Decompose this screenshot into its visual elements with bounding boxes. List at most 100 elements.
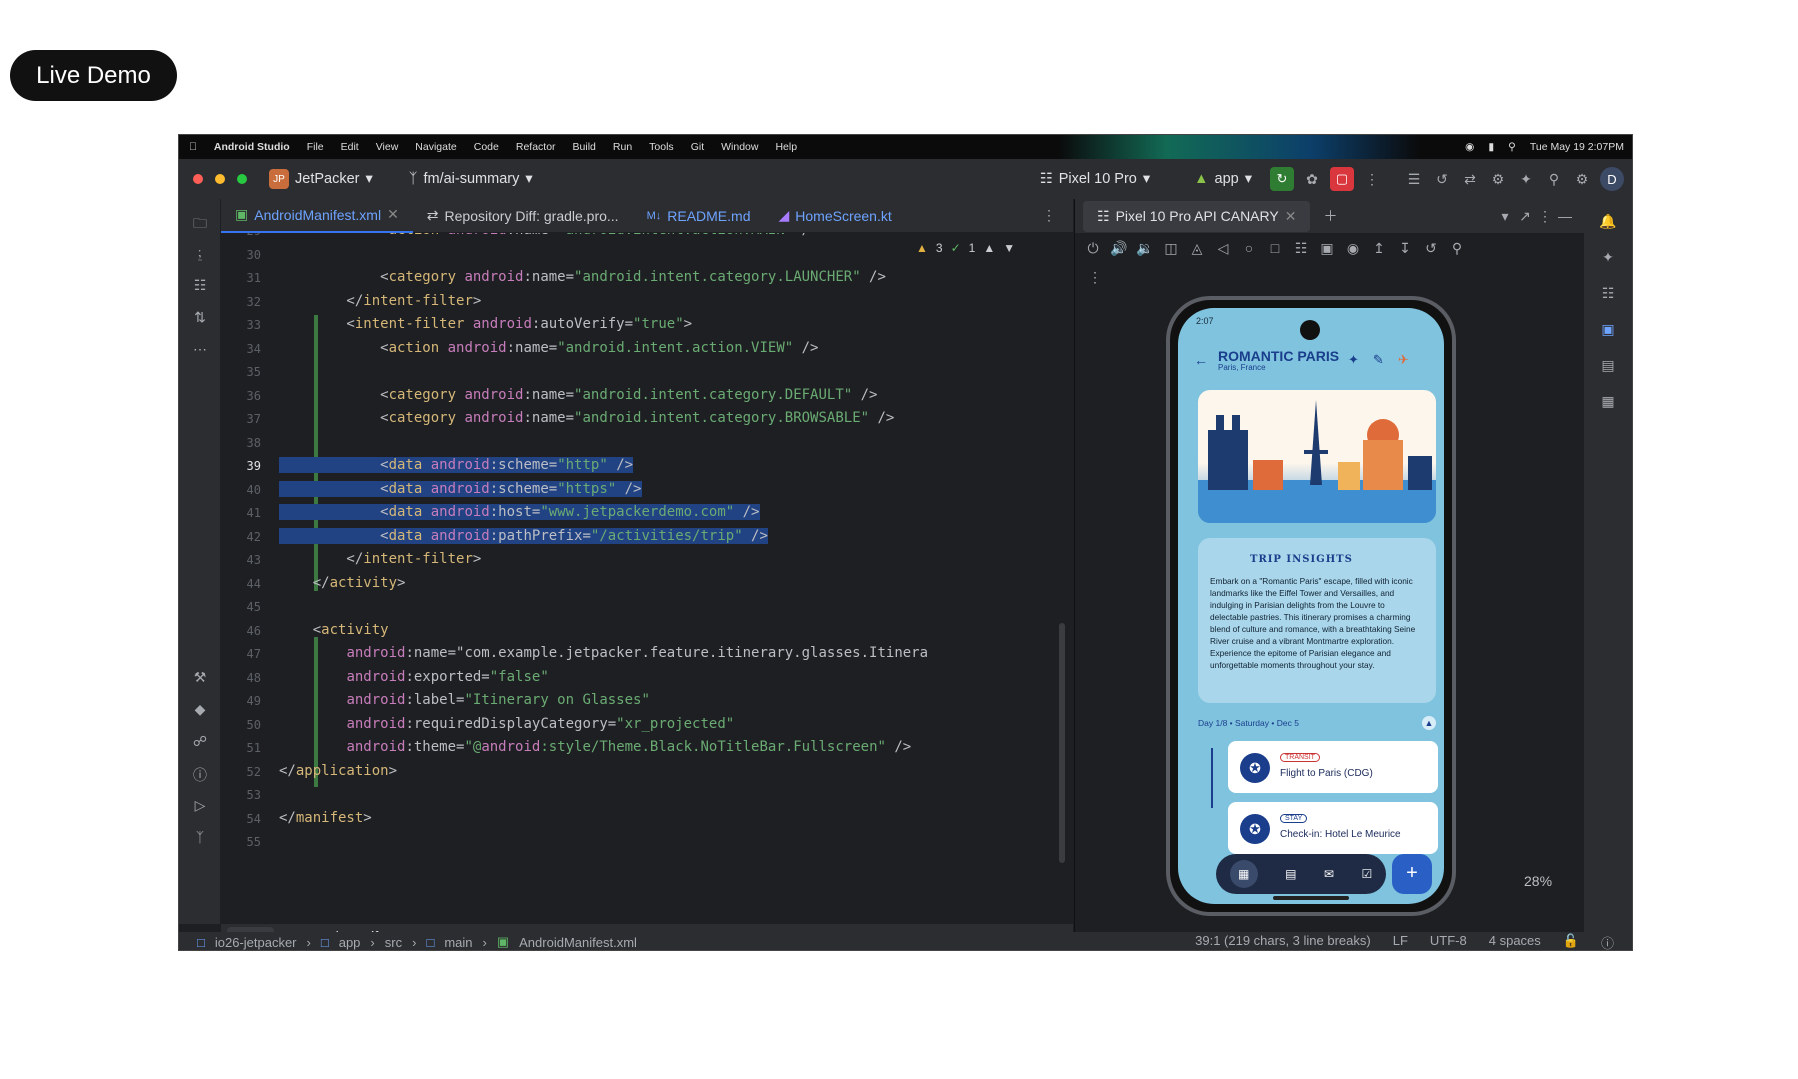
screen-record-icon[interactable]: ◉ — [1343, 240, 1363, 257]
more-horizontal-icon[interactable]: ⋯ — [190, 341, 210, 358]
add-icon[interactable]: ＋ — [1320, 206, 1340, 226]
overview-icon[interactable]: □ — [1265, 240, 1285, 256]
collapse-icon[interactable]: ▲ — [1422, 716, 1436, 730]
app-menu-name[interactable]: Android Studio — [214, 141, 290, 153]
gemini-chat-icon[interactable]: ✦ — [1598, 249, 1618, 266]
minimize-window-button[interactable] — [215, 174, 225, 184]
caret-position[interactable]: 39:1 (219 chars, 3 line breaks) — [1195, 933, 1371, 951]
pull-request-icon[interactable]: ⇅ — [190, 309, 210, 326]
problems-icon[interactable]: ⓘ — [190, 765, 210, 785]
rerun-icon[interactable]: ↻ — [1270, 167, 1294, 191]
event-card[interactable]: ✪ TRANSIT Flight to Paris (CDG) — [1228, 741, 1438, 793]
device-selector[interactable]: ☷ Pixel 10 Pro ▾ — [1032, 171, 1158, 187]
file-encoding[interactable]: UTF-8 — [1430, 933, 1467, 951]
info-icon[interactable]: ⓘ — [1601, 933, 1614, 951]
commit-icon[interactable]: ⍮ — [190, 245, 210, 262]
reset-icon[interactable]: ↺ — [1421, 240, 1441, 257]
edit-icon[interactable]: ✎ — [1373, 352, 1384, 368]
run-config-selector[interactable]: ▲ app ▾ — [1186, 171, 1260, 187]
device-mirroring-icon[interactable]: ▤ — [1598, 357, 1618, 374]
line-separator[interactable]: LF — [1393, 933, 1408, 951]
power-icon[interactable]: ⏻ — [1083, 240, 1103, 257]
tab-readme[interactable]: M↓ README.md — [633, 199, 765, 233]
calendar-icon[interactable]: ▦ — [1229, 860, 1258, 888]
event-card[interactable]: ✪ STAY Check-in: Hotel Le Meurice — [1228, 802, 1438, 854]
tab-homescreen[interactable]: ◢ HomeScreen.kt — [764, 199, 905, 233]
spotlight-icon[interactable]: ⚲ — [1508, 141, 1516, 153]
close-icon[interactable]: ✕ — [1285, 208, 1297, 225]
apply-changes-icon[interactable]: ↺ — [1432, 171, 1452, 188]
close-icon[interactable]: ✕ — [387, 206, 399, 223]
file-icon[interactable]: ▦ — [1598, 393, 1618, 410]
gemini-icon[interactable]: ✦ — [1516, 171, 1536, 188]
plane-icon[interactable]: ✈ — [1398, 352, 1409, 368]
menu-help[interactable]: Help — [775, 141, 797, 153]
debug-icon[interactable]: ✿ — [1302, 171, 1322, 188]
wifi-icon[interactable]: ◉ — [1465, 141, 1474, 153]
build-icon[interactable]: ⚒ — [190, 669, 210, 686]
battery-icon[interactable]: ▮ — [1488, 141, 1494, 153]
download-icon[interactable]: ↧ — [1395, 240, 1415, 257]
breadcrumb-main[interactable]: main — [444, 935, 472, 950]
ticket-icon[interactable]: ▤ — [1285, 867, 1296, 881]
apple-icon[interactable]:  — [189, 141, 197, 153]
device-manager-icon[interactable]: ⚙ — [1488, 171, 1508, 188]
stop-icon[interactable]: ▢ — [1330, 167, 1354, 191]
more-vertical-icon[interactable]: ⋮ — [1535, 208, 1555, 225]
close-window-button[interactable] — [193, 174, 203, 184]
tab-emulator[interactable]: ☷ Pixel 10 Pro API CANARY ✕ — [1083, 200, 1311, 232]
profiler-icon[interactable]: ☰ — [1404, 171, 1424, 188]
minimize-icon[interactable]: — — [1555, 208, 1575, 224]
breadcrumb-project[interactable]: io26-jetpacker — [215, 935, 297, 950]
menu-navigate[interactable]: Navigate — [415, 141, 456, 153]
upload-icon[interactable]: ↥ — [1369, 240, 1389, 257]
lock-icon[interactable]: 🔓 — [1563, 933, 1579, 951]
rotate-right-icon[interactable]: ◬ — [1187, 240, 1207, 257]
more-vertical-icon[interactable]: ⋮ — [1362, 171, 1382, 188]
sync-icon[interactable]: ⇄ — [1460, 171, 1480, 188]
notifications-icon[interactable]: 🔔 — [1598, 213, 1618, 230]
phone-screen[interactable]: 2:07 ← ROMANTIC PARIS Paris, France ✦ ✎ … — [1178, 308, 1444, 904]
device-explorer-icon[interactable]: ☷ — [1598, 285, 1618, 302]
add-button[interactable]: + — [1392, 854, 1432, 894]
terminal-icon[interactable]: ▷ — [190, 797, 210, 814]
menu-edit[interactable]: Edit — [341, 141, 359, 153]
code-editor[interactable]: ▲ 3 ✓ 1 ▲ ▼ 29 <action android:name="andro… — [221, 233, 1073, 924]
indent-setting[interactable]: 4 spaces — [1489, 933, 1541, 951]
sparkle-icon[interactable]: ✦ — [1348, 352, 1359, 368]
snapshot-icon[interactable]: ☷ — [1291, 240, 1311, 257]
running-devices-icon[interactable]: ▣ — [1598, 321, 1618, 338]
breadcrumb-file[interactable]: AndroidManifest.xml — [519, 935, 637, 950]
home-indicator[interactable] — [1273, 896, 1349, 900]
menu-window[interactable]: Window — [721, 141, 758, 153]
scrollbar[interactable] — [1059, 623, 1065, 863]
menu-tools[interactable]: Tools — [649, 141, 674, 153]
menubar-clock[interactable]: Tue May 19 2:07PM — [1530, 141, 1624, 153]
screenshot-icon[interactable]: ▣ — [1317, 240, 1337, 257]
inspect-icon[interactable]: ⚲ — [1447, 240, 1467, 257]
menu-file[interactable]: File — [307, 141, 324, 153]
chevron-up-icon[interactable]: ▲ — [983, 241, 995, 255]
menu-run[interactable]: Run — [613, 141, 632, 153]
menu-refactor[interactable]: Refactor — [516, 141, 556, 153]
logcat-icon[interactable]: ☍ — [190, 733, 210, 750]
mail-icon[interactable]: ✉ — [1324, 867, 1334, 881]
breadcrumb-src[interactable]: src — [385, 935, 402, 950]
more-vertical-icon[interactable]: ⋮ — [1039, 207, 1059, 224]
back-icon[interactable]: ◁ — [1213, 240, 1233, 257]
search-icon[interactable]: ⚲ — [1544, 171, 1564, 188]
rotate-left-icon[interactable]: ◫ — [1161, 240, 1181, 257]
pop-out-icon[interactable]: ↗ — [1515, 208, 1535, 225]
menu-git[interactable]: Git — [691, 141, 704, 153]
chevron-down-icon[interactable]: ▾ — [1495, 208, 1515, 225]
branch-selector[interactable]: ᛉ fm/ai-summary ▾ — [401, 171, 541, 187]
menu-code[interactable]: Code — [474, 141, 499, 153]
gem-icon[interactable]: ◆ — [190, 701, 210, 718]
home-icon[interactable]: ○ — [1239, 240, 1259, 256]
structure-icon[interactable]: ☷ — [190, 277, 210, 294]
volume-down-icon[interactable]: 🔉 — [1135, 240, 1155, 257]
project-selector[interactable]: JP JetPacker ▾ — [261, 169, 381, 189]
zoom-window-button[interactable] — [237, 174, 247, 184]
tab-repository-diff[interactable]: ⇄ Repository Diff: gradle.pro... — [413, 199, 633, 233]
volume-up-icon[interactable]: 🔊 — [1109, 240, 1129, 257]
